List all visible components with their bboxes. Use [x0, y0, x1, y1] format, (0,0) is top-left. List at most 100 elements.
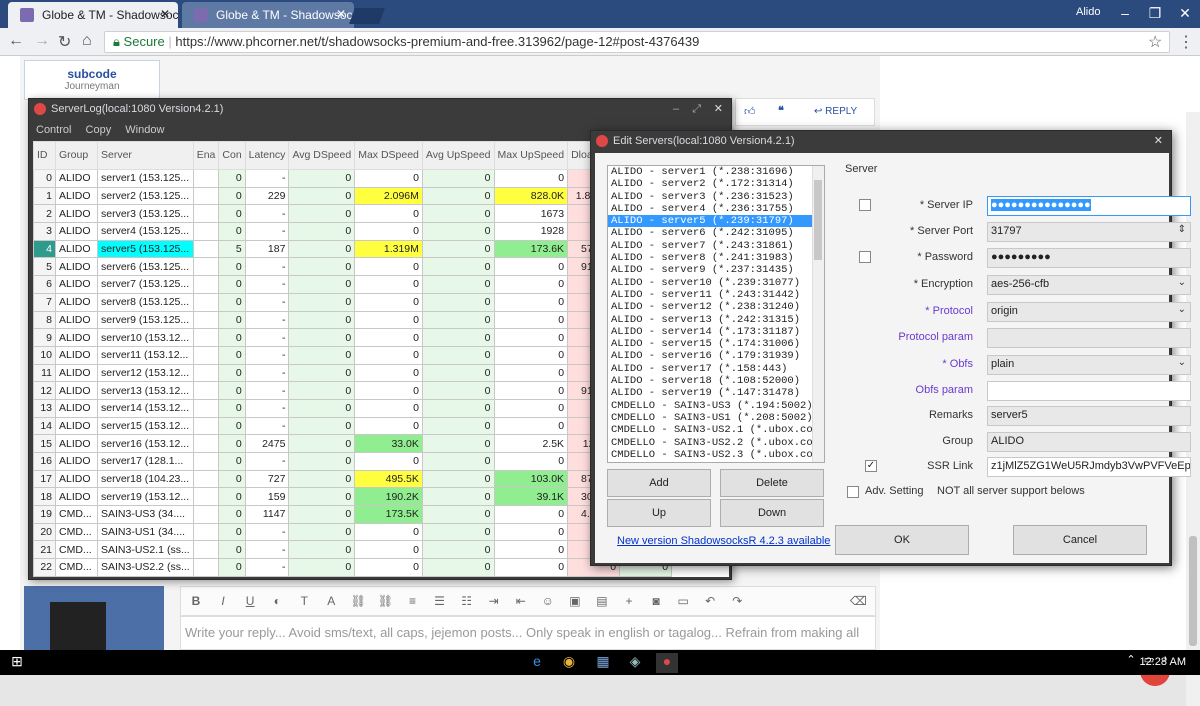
table-cell[interactable]: 0: [421, 381, 495, 400]
table-cell[interactable]: 0: [493, 328, 569, 347]
new-tab-button[interactable]: [349, 8, 385, 24]
minimize-icon[interactable]: –: [1110, 2, 1140, 24]
table-cell[interactable]: 0: [421, 257, 495, 277]
table-cell[interactable]: [192, 292, 220, 312]
table-cell[interactable]: [192, 328, 220, 347]
table-row[interactable]: 22 CMD... SAIN3-US2.2 (ss... 0-0 0 0 0 0 0: [33, 558, 673, 577]
table-cell[interactable]: 0: [354, 345, 423, 365]
encryption-select[interactable]: aes-256-cfb ⌄: [987, 275, 1191, 295]
address-bar[interactable]: 🔒︎ Secure | https://www.phcorner.net/t/s…: [104, 31, 1170, 53]
list-item[interactable]: CMDELLO - SAIN3-US2.2 (*.ubox.co: [608, 437, 824, 449]
table-cell[interactable]: 0: [421, 239, 495, 259]
close-icon[interactable]: ✕: [1154, 131, 1163, 151]
table-cell[interactable]: [192, 540, 220, 560]
table-cell[interactable]: 0: [288, 558, 356, 577]
table-cell[interactable]: 0: [354, 398, 423, 418]
serverlog-titlebar[interactable]: ServerLog(local:1080 Version4.2.1) – ⤢ ✕: [29, 99, 731, 119]
table-cell[interactable]: 0: [218, 540, 246, 560]
table-cell[interactable]: [192, 381, 220, 400]
table-cell[interactable]: 0: [288, 522, 356, 542]
table-cell[interactable]: [192, 505, 220, 524]
table-cell[interactable]: 0: [354, 416, 423, 436]
tab-globe-tm-1[interactable]: Globe & TM - Shadowsoc ✕: [8, 2, 178, 28]
table-cell[interactable]: 0: [493, 540, 569, 560]
table-cell[interactable]: 0: [288, 222, 356, 241]
table-cell[interactable]: 0: [493, 292, 569, 312]
eraser-icon[interactable]: ⌫: [849, 587, 867, 615]
table-cell[interactable]: 0: [218, 169, 246, 188]
maximize-icon[interactable]: ⤢: [692, 99, 701, 119]
italic-icon[interactable]: I: [214, 587, 232, 615]
quote-icon[interactable]: ❝: [778, 104, 784, 117]
table-row[interactable]: 13ALIDOserver14 (153.12...0-000000: [33, 398, 673, 418]
table-cell[interactable]: ALIDO: [55, 469, 98, 489]
table-cell[interactable]: 0: [493, 505, 569, 524]
table-cell[interactable]: 0: [288, 292, 356, 312]
table-cell[interactable]: server7 (153.125...: [97, 275, 194, 294]
add-button[interactable]: Add: [607, 469, 711, 497]
table-cell[interactable]: 1673: [493, 204, 569, 224]
table-cell[interactable]: 103.0K: [493, 469, 569, 489]
table-row[interactable]: 19CMD...SAIN3-US3 (34....011470173.5K004…: [33, 505, 673, 524]
table-cell[interactable]: 0: [288, 328, 356, 347]
new-version-link[interactable]: New version ShadowsocksR 4.2.3 available: [617, 535, 830, 547]
list-item[interactable]: ALIDO - server7 (*.243:31861): [608, 240, 824, 252]
column-header[interactable]: Max DSpeed: [354, 141, 423, 170]
table-cell[interactable]: [192, 398, 220, 418]
windows-start-icon[interactable]: ⊞: [6, 653, 28, 673]
table-cell[interactable]: 0: [421, 558, 495, 577]
adv-setting-checkbox[interactable]: [847, 486, 859, 498]
list-scrollbar-thumb[interactable]: [814, 180, 822, 260]
table-cell[interactable]: [192, 275, 220, 294]
list-item[interactable]: CMDELLO - SAIN3-US2.1 (*.ubox.co: [608, 424, 824, 436]
ssr-link-checkbox[interactable]: ✓: [865, 460, 877, 472]
list-item[interactable]: ALIDO - server3 (*.236:31523): [608, 191, 824, 203]
table-cell[interactable]: server11 (153.12...: [97, 345, 194, 365]
table-cell[interactable]: 0: [421, 363, 495, 383]
table-cell[interactable]: 1: [33, 186, 56, 206]
table-cell[interactable]: -: [244, 363, 290, 383]
list-item[interactable]: CMDELLO - SAIN3-US2.3 (*.ubox.co: [608, 449, 824, 461]
table-cell[interactable]: ALIDO: [55, 239, 98, 259]
table-cell[interactable]: 0: [288, 416, 356, 436]
table-cell[interactable]: 0: [218, 310, 246, 330]
column-header[interactable]: Group: [55, 141, 98, 170]
table-cell[interactable]: 8: [33, 310, 56, 330]
table-cell[interactable]: server1 (153.125...: [97, 169, 194, 188]
server-ip-field[interactable]: ●●●●●●●●●●●●●●●: [987, 196, 1191, 216]
profile-name[interactable]: Alido: [1076, 6, 1100, 18]
insert-icon[interactable]: +: [620, 587, 638, 615]
forward-icon[interactable]: →: [34, 32, 50, 50]
table-cell[interactable]: 0: [218, 434, 246, 453]
align-icon[interactable]: ≡: [404, 587, 422, 615]
table-cell[interactable]: CMD...: [55, 505, 98, 524]
table-cell[interactable]: 0: [421, 540, 495, 560]
table-cell[interactable]: CMD...: [55, 540, 98, 560]
table-cell[interactable]: 0: [288, 310, 356, 330]
table-cell[interactable]: ALIDO: [55, 328, 98, 347]
table-cell[interactable]: 0: [354, 222, 423, 241]
table-cell[interactable]: server10 (153.12...: [97, 328, 194, 347]
table-cell[interactable]: -: [244, 169, 290, 188]
table-cell[interactable]: [192, 558, 220, 577]
table-cell[interactable]: 17: [33, 469, 56, 489]
table-cell[interactable]: 0: [354, 257, 423, 277]
table-cell[interactable]: 0: [421, 345, 495, 365]
list-item[interactable]: ALIDO - server9 (*.237:31435): [608, 264, 824, 276]
column-header[interactable]: Server: [97, 141, 194, 170]
list-item[interactable]: ALIDO - server17 (*.158:443): [608, 363, 824, 375]
back-icon[interactable]: ←: [8, 32, 24, 50]
table-cell[interactable]: 0: [288, 487, 356, 507]
table-cell[interactable]: 0: [288, 186, 356, 206]
table-cell[interactable]: [192, 434, 220, 453]
group-field[interactable]: ALIDO: [987, 432, 1191, 452]
obfs-param-field[interactable]: [987, 381, 1191, 401]
table-cell[interactable]: 0: [218, 328, 246, 347]
table-cell[interactable]: 0: [421, 487, 495, 507]
table-cell[interactable]: 5: [218, 239, 246, 259]
table-cell[interactable]: 0: [421, 452, 495, 471]
table-cell[interactable]: 0: [218, 558, 246, 577]
table-cell[interactable]: ALIDO: [55, 452, 98, 471]
table-row[interactable]: 4 ALIDO server5 (153.125... 5 187 0 1.319M 0 173…: [33, 239, 673, 259]
table-cell[interactable]: server8 (153.125...: [97, 292, 194, 312]
